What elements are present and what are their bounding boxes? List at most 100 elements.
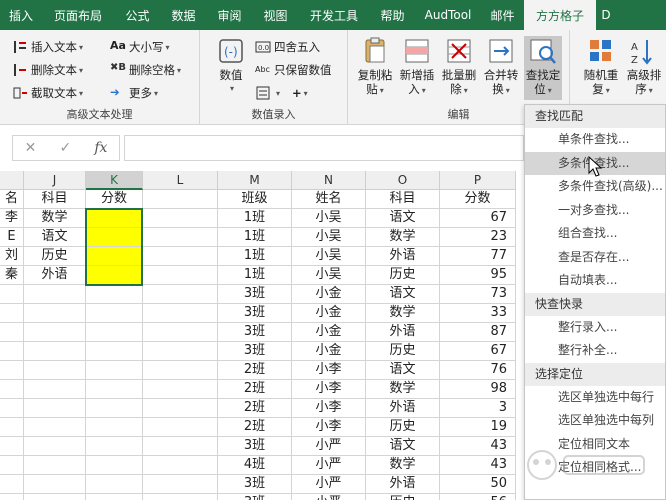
table-cell[interactable]: 历史 xyxy=(366,342,440,361)
table-cell[interactable]: 小金 xyxy=(292,285,366,304)
table-cell[interactable]: 23 xyxy=(440,228,516,247)
table-cell[interactable] xyxy=(0,437,24,456)
table-cell[interactable]: 43 xyxy=(440,456,516,475)
table-cell[interactable]: 2班 xyxy=(218,380,292,399)
table-cell[interactable] xyxy=(0,456,24,475)
round-button[interactable]: 0.0 四舍五入 xyxy=(255,36,320,58)
menu-item[interactable]: 自动填表... xyxy=(525,269,665,293)
table-cell[interactable]: 外语 xyxy=(366,475,440,494)
menu-item[interactable]: 定位相同文本 xyxy=(525,433,665,457)
empty-cell[interactable] xyxy=(143,228,218,247)
table-cell[interactable] xyxy=(86,399,143,418)
table-cell[interactable]: 33 xyxy=(440,304,516,323)
table-cell[interactable] xyxy=(0,361,24,380)
table-cell[interactable]: 77 xyxy=(440,247,516,266)
table-cell[interactable] xyxy=(86,304,143,323)
table-cell[interactable]: 小金 xyxy=(292,304,366,323)
table-cell[interactable]: 87 xyxy=(440,323,516,342)
table-cell[interactable]: 3班 xyxy=(218,475,292,494)
column-header-J[interactable]: J xyxy=(24,171,86,190)
table-cell[interactable]: 小吴 xyxy=(292,209,366,228)
table-cell[interactable]: 语文 xyxy=(366,209,440,228)
empty-cell[interactable] xyxy=(143,494,218,500)
merge-convert-button[interactable]: 合并转 换 ▾ xyxy=(482,36,520,98)
table-cell[interactable] xyxy=(0,418,24,437)
table-cell[interactable]: 秦 xyxy=(0,266,24,285)
table-cell[interactable] xyxy=(86,494,143,500)
find-locate-button[interactable]: 查找定 位 ▾ xyxy=(524,36,562,100)
empty-cell[interactable] xyxy=(143,475,218,494)
table-cell[interactable]: 语文 xyxy=(24,228,86,247)
menu-item[interactable]: 查是否存在... xyxy=(525,246,665,270)
table-cell[interactable] xyxy=(24,475,86,494)
table-cell[interactable]: 1班 xyxy=(218,228,292,247)
table-cell[interactable] xyxy=(0,475,24,494)
table-cell[interactable]: 数学 xyxy=(366,456,440,475)
table-cell[interactable]: 历史 xyxy=(366,494,440,500)
table-cell[interactable]: 刘 xyxy=(0,247,24,266)
menu-item[interactable]: 单条件查找... xyxy=(525,128,665,152)
table-cell[interactable] xyxy=(24,437,86,456)
fx-icon[interactable]: fx xyxy=(94,140,107,156)
table-cell[interactable] xyxy=(24,361,86,380)
table-cell[interactable]: 1班 xyxy=(218,209,292,228)
table-cell[interactable]: 43 xyxy=(440,437,516,456)
header-cell[interactable]: 科目 xyxy=(24,190,86,209)
table-cell[interactable]: 数学 xyxy=(24,209,86,228)
column-header-L[interactable]: L xyxy=(143,171,218,190)
tab-8[interactable]: AudTool xyxy=(415,0,481,30)
table-cell[interactable]: 1班 xyxy=(218,266,292,285)
table-cell[interactable]: 李 xyxy=(0,209,24,228)
table-cell[interactable]: 小李 xyxy=(292,380,366,399)
column-header-M[interactable]: M xyxy=(218,171,292,190)
empty-cell[interactable] xyxy=(143,456,218,475)
table-cell[interactable] xyxy=(0,494,24,500)
table-cell[interactable]: 3班 xyxy=(218,304,292,323)
empty-cell[interactable] xyxy=(143,190,218,209)
table-cell[interactable]: 数学 xyxy=(366,380,440,399)
add-insert-button[interactable]: 新增插 入 ▾ xyxy=(398,36,436,98)
column-header-N[interactable]: N xyxy=(292,171,366,190)
column-header-I[interactable] xyxy=(0,171,24,190)
tab-11[interactable]: D xyxy=(596,0,616,30)
table-cell[interactable] xyxy=(24,456,86,475)
table-cell[interactable]: 小严 xyxy=(292,494,366,500)
confirm-icon[interactable]: ✓ xyxy=(59,140,71,156)
tab-7[interactable]: 帮助 xyxy=(370,0,415,30)
tab-9[interactable]: 邮件 xyxy=(481,0,524,30)
table-cell[interactable] xyxy=(0,304,24,323)
table-cell[interactable]: 外语 xyxy=(366,323,440,342)
table-cell[interactable] xyxy=(24,380,86,399)
table-cell[interactable]: 3班 xyxy=(218,494,292,500)
menu-item[interactable]: 整行录入... xyxy=(525,316,665,340)
advanced-sort-button[interactable]: AZ 高级排 序 ▾ xyxy=(625,36,663,98)
table-cell[interactable]: 小李 xyxy=(292,361,366,380)
operations-button[interactable]: ▾ + ▾ xyxy=(255,82,308,104)
header-cell[interactable]: 分数 xyxy=(440,190,516,209)
table-cell[interactable] xyxy=(86,456,143,475)
table-cell[interactable]: 小严 xyxy=(292,437,366,456)
tab-0[interactable]: 插入 xyxy=(0,0,42,30)
empty-cell[interactable] xyxy=(143,209,218,228)
table-cell[interactable] xyxy=(24,494,86,500)
table-cell[interactable]: 语文 xyxy=(366,361,440,380)
table-cell[interactable] xyxy=(24,304,86,323)
table-cell[interactable]: 数学 xyxy=(366,228,440,247)
table-cell[interactable] xyxy=(86,209,143,228)
table-cell[interactable] xyxy=(24,323,86,342)
header-cell[interactable]: 班级 xyxy=(218,190,292,209)
table-cell[interactable]: 外语 xyxy=(24,266,86,285)
formula-input[interactable] xyxy=(124,135,524,161)
keep-value-button[interactable]: Abc 只保留数值 xyxy=(255,59,332,81)
tab-3[interactable]: 数据 xyxy=(161,0,206,30)
table-cell[interactable] xyxy=(86,418,143,437)
table-cell[interactable]: E xyxy=(0,228,24,247)
table-cell[interactable] xyxy=(24,285,86,304)
table-cell[interactable]: 语文 xyxy=(366,285,440,304)
table-cell[interactable]: 2班 xyxy=(218,418,292,437)
tab-10[interactable]: 方方格子 xyxy=(524,0,596,30)
menu-item[interactable]: 多条件查找(高级)... xyxy=(525,175,665,199)
table-cell[interactable] xyxy=(0,342,24,361)
table-cell[interactable] xyxy=(24,399,86,418)
column-header-O[interactable]: O xyxy=(366,171,440,190)
